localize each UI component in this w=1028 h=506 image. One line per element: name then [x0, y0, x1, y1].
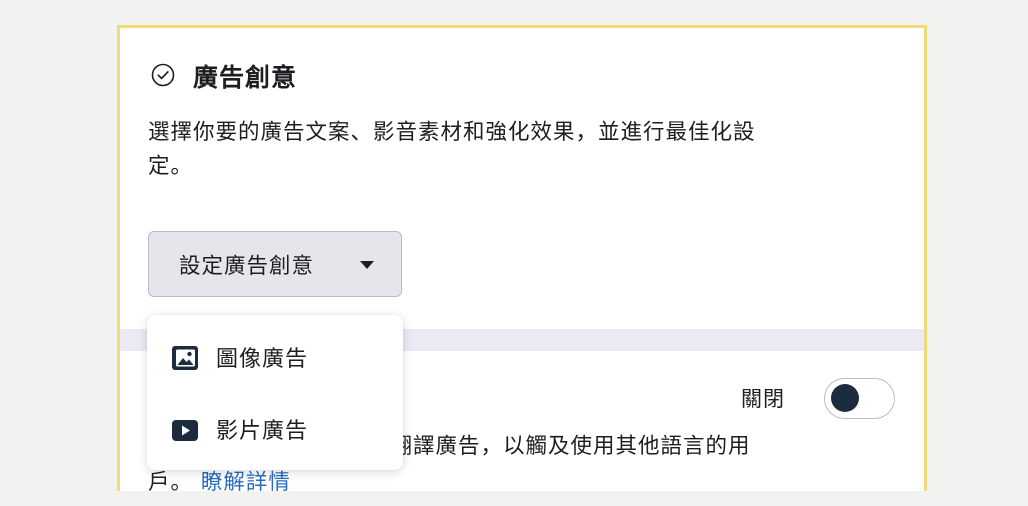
- auto-translate-toggle[interactable]: [824, 378, 895, 419]
- menu-item-image-ad[interactable]: 圖像廣告: [147, 327, 403, 387]
- section-title: 廣告創意: [193, 63, 298, 92]
- setup-ad-creative-button[interactable]: 設定廣告創意: [148, 231, 402, 297]
- video-play-icon: [172, 420, 198, 441]
- caret-down-icon: [360, 261, 374, 269]
- image-icon: [172, 346, 198, 370]
- description-line-1: 選擇你要的廣告文案、影音素材和強化效果，並進行最佳化設: [148, 120, 756, 145]
- toggle-knob: [831, 384, 859, 412]
- setup-button-label: 設定廣告創意: [179, 253, 315, 279]
- toggle-state-label: 關閉: [741, 387, 785, 411]
- learn-more-link[interactable]: 瞭解詳情: [201, 470, 291, 491]
- creative-type-dropdown-menu: 圖像廣告 影片廣告: [147, 315, 403, 470]
- section-description: 選擇你要的廣告文案、影音素材和強化效果，並進行最佳化設 定。: [148, 116, 888, 184]
- menu-item-label: 圖像廣告: [216, 347, 309, 372]
- translate-line-2-start: 戶。: [148, 470, 194, 491]
- description-line-2: 定。: [148, 154, 194, 179]
- menu-item-video-ad[interactable]: 影片廣告: [147, 399, 403, 459]
- menu-item-label: 影片廣告: [216, 419, 309, 444]
- check-circle-icon: [151, 63, 175, 87]
